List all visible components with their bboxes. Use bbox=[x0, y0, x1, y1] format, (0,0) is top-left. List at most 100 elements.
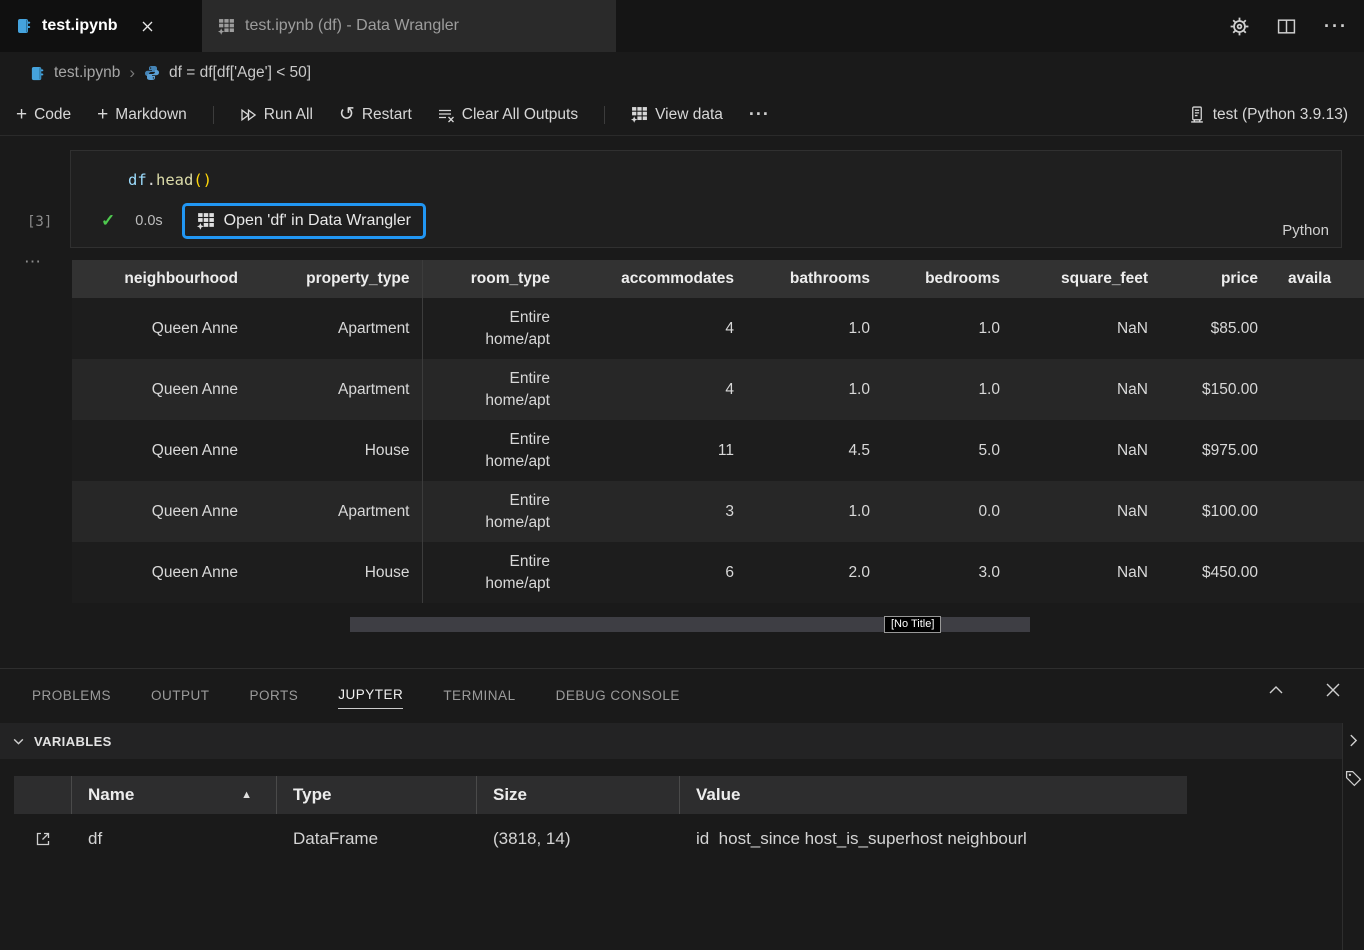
column-header-type[interactable]: Type bbox=[277, 776, 477, 814]
column-header-blank bbox=[14, 776, 72, 814]
tab-debug-console[interactable]: DEBUG CONSOLE bbox=[556, 682, 680, 709]
data-wrangler-icon bbox=[197, 212, 215, 230]
code-token: head bbox=[156, 171, 193, 189]
table-cell: Queen Anne bbox=[72, 481, 250, 542]
table-row: Queen AnneHouseEntire home/apt114.55.0Na… bbox=[72, 420, 1364, 481]
add-markdown-cell-button[interactable]: + Markdown bbox=[97, 104, 187, 126]
table-cell: 4.5 bbox=[746, 420, 882, 481]
column-header[interactable]: property_type bbox=[250, 260, 422, 298]
breadcrumb-cell-code[interactable]: df = df[df['Age'] < 50] bbox=[169, 64, 311, 82]
table-cell bbox=[1270, 298, 1364, 359]
code-token: . bbox=[147, 171, 156, 189]
add-markdown-label: Markdown bbox=[115, 106, 187, 124]
breadcrumb-file[interactable]: test.ipynb bbox=[54, 64, 120, 82]
column-header-value[interactable]: Value bbox=[680, 776, 1187, 814]
table-cell: 2.0 bbox=[746, 542, 882, 603]
column-header[interactable]: square_feet bbox=[1012, 260, 1160, 298]
toolbar-divider bbox=[213, 106, 214, 124]
variable-type: DataFrame bbox=[277, 829, 477, 849]
view-data-button[interactable]: View data bbox=[631, 106, 723, 124]
clear-outputs-label: Clear All Outputs bbox=[462, 106, 578, 124]
tab-jupyter[interactable]: JUPYTER bbox=[338, 681, 403, 709]
tab-ports[interactable]: PORTS bbox=[250, 682, 299, 709]
dataframe-output: neighbourhood property_type room_type ac… bbox=[72, 260, 1364, 604]
add-code-label: Code bbox=[34, 106, 71, 124]
split-editor-icon[interactable] bbox=[1277, 18, 1296, 35]
table-cell: Entire home/apt bbox=[422, 298, 562, 359]
table-cell bbox=[1270, 542, 1364, 603]
table-cell: NaN bbox=[1012, 420, 1160, 481]
table-cell: Queen Anne bbox=[72, 359, 250, 420]
variables-table: Name ▲ Type Size Value df DataFrame (381… bbox=[14, 776, 1187, 864]
cell-code[interactable]: df.head() bbox=[128, 171, 212, 189]
variable-row[interactable]: df DataFrame (3818, 14) id host_since ho… bbox=[14, 814, 1187, 864]
table-header-row: neighbourhood property_type room_type ac… bbox=[72, 260, 1364, 298]
variable-value: id host_since host_is_superhost neighbou… bbox=[680, 829, 1187, 849]
tag-icon[interactable] bbox=[1345, 770, 1362, 787]
tab-test-ipynb[interactable]: test.ipynb bbox=[0, 0, 202, 52]
vscode-window: test.ipynb test.ipynb (df) - Data Wrangl… bbox=[0, 0, 1364, 950]
column-header-name[interactable]: Name ▲ bbox=[72, 776, 277, 814]
column-header-size[interactable]: Size bbox=[477, 776, 680, 814]
gear-icon[interactable] bbox=[1230, 17, 1249, 36]
table-cell: 3.0 bbox=[882, 542, 1012, 603]
clear-all-outputs-button[interactable]: Clear All Outputs bbox=[438, 106, 578, 124]
panel-actions bbox=[1268, 683, 1340, 697]
code-cell[interactable]: df.head() ✓ 0.0s Open 'df' in Data Wrang… bbox=[70, 150, 1342, 248]
bottom-panel: PROBLEMS OUTPUT PORTS JUPYTER TERMINAL D… bbox=[0, 668, 1364, 950]
python-icon bbox=[144, 65, 160, 81]
cell-status-bar: ✓ 0.0s Open 'df' in Data Wrangler bbox=[101, 203, 426, 239]
cell-more-actions-icon[interactable]: ⋯ bbox=[24, 252, 42, 272]
table-cell: NaN bbox=[1012, 481, 1160, 542]
scrollbar-tooltip: [No Title] bbox=[884, 616, 941, 633]
column-header[interactable]: accommodates bbox=[562, 260, 746, 298]
tab-label: test.ipynb bbox=[42, 17, 118, 35]
table-cell: 4 bbox=[562, 359, 746, 420]
open-in-data-wrangler-button[interactable]: Open 'df' in Data Wrangler bbox=[182, 203, 426, 239]
column-label: Name bbox=[88, 785, 134, 805]
table-cell: Entire home/apt bbox=[422, 420, 562, 481]
column-header[interactable]: availa bbox=[1270, 260, 1364, 298]
tab-terminal[interactable]: TERMINAL bbox=[443, 682, 515, 709]
table-cell bbox=[1270, 481, 1364, 542]
run-all-label: Run All bbox=[264, 106, 313, 124]
table-cell: NaN bbox=[1012, 298, 1160, 359]
table-cell: House bbox=[250, 542, 422, 603]
close-panel-icon[interactable] bbox=[1326, 683, 1340, 697]
close-icon[interactable] bbox=[142, 21, 153, 32]
table-cell: Queen Anne bbox=[72, 420, 250, 481]
column-header[interactable]: bedrooms bbox=[882, 260, 1012, 298]
run-all-button[interactable]: Run All bbox=[240, 106, 313, 124]
tab-data-wrangler[interactable]: test.ipynb (df) - Data Wrangler bbox=[202, 0, 616, 52]
cell-duration: 0.0s bbox=[135, 213, 162, 229]
kernel-picker[interactable]: test (Python 3.9.13) bbox=[1189, 106, 1348, 124]
notebook-toolbar: + Code + Markdown Run All ↺ Restart Clea… bbox=[0, 94, 1364, 136]
variables-table-header: Name ▲ Type Size Value bbox=[14, 776, 1187, 814]
toolbar-divider bbox=[604, 106, 605, 124]
table-cell: $85.00 bbox=[1160, 298, 1270, 359]
column-header[interactable]: room_type bbox=[422, 260, 562, 298]
chevron-right-icon[interactable] bbox=[1347, 733, 1360, 748]
table-cell: NaN bbox=[1012, 542, 1160, 603]
tab-output[interactable]: OUTPUT bbox=[151, 682, 210, 709]
table-cell: Entire home/apt bbox=[422, 481, 562, 542]
open-variable-icon[interactable] bbox=[14, 830, 72, 848]
variables-section-header[interactable]: VARIABLES bbox=[0, 723, 1342, 759]
more-actions-icon[interactable]: ··· bbox=[1324, 16, 1348, 37]
add-code-cell-button[interactable]: + Code bbox=[16, 104, 71, 126]
column-header[interactable]: price bbox=[1160, 260, 1270, 298]
restart-button[interactable]: ↺ Restart bbox=[339, 106, 412, 124]
view-data-label: View data bbox=[655, 106, 723, 124]
table-cell: 1.0 bbox=[746, 481, 882, 542]
notebook-file-icon bbox=[16, 18, 32, 34]
table-cell: NaN bbox=[1012, 359, 1160, 420]
cell-language-picker[interactable]: Python bbox=[1282, 222, 1329, 239]
table-cell: 11 bbox=[562, 420, 746, 481]
restart-icon: ↺ bbox=[339, 108, 355, 122]
toolbar-more-icon[interactable]: ··· bbox=[749, 104, 770, 125]
column-header[interactable]: bathrooms bbox=[746, 260, 882, 298]
chevron-up-icon[interactable] bbox=[1268, 683, 1284, 697]
editor-tab-bar: test.ipynb test.ipynb (df) - Data Wrangl… bbox=[0, 0, 1364, 52]
tab-problems[interactable]: PROBLEMS bbox=[32, 682, 111, 709]
column-header[interactable]: neighbourhood bbox=[72, 260, 250, 298]
